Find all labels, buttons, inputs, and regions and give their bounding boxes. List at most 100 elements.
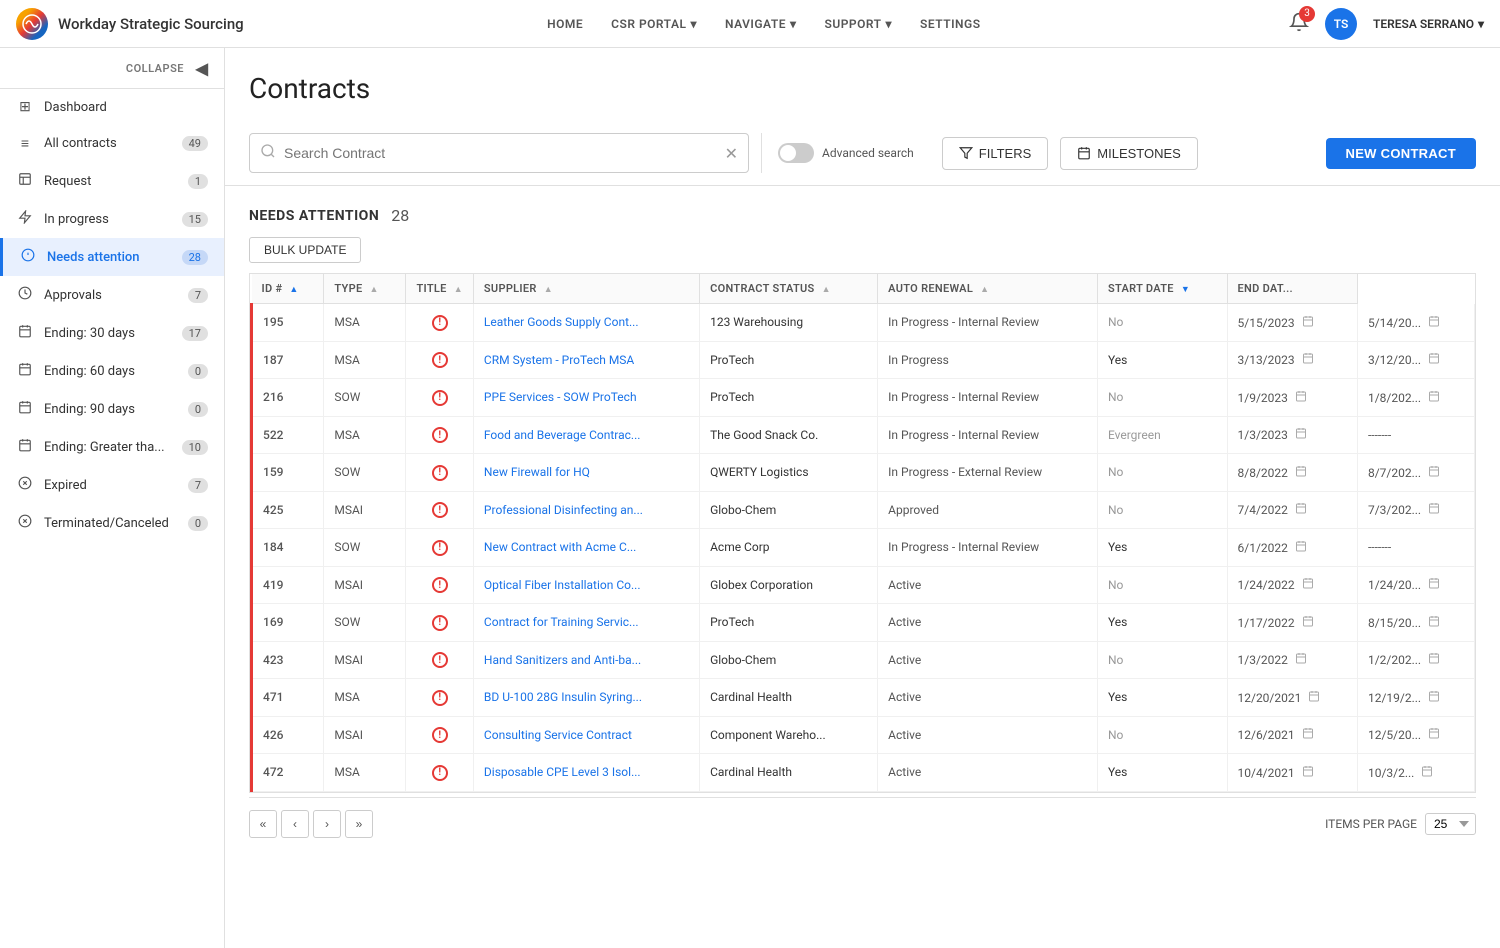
- cell-status: Active: [878, 566, 1098, 604]
- cell-title: Consulting Service Contract: [473, 716, 699, 754]
- alert-icon: !: [432, 540, 448, 556]
- cell-id: 187: [252, 341, 324, 379]
- col-title-label[interactable]: TITLE ▲: [406, 274, 473, 304]
- calendar-icon: [1428, 616, 1440, 630]
- calendar-icon: [16, 438, 34, 456]
- cell-start-date: 5/15/2023: [1227, 304, 1357, 342]
- filters-button[interactable]: FILTERS: [942, 137, 1049, 170]
- sort-icon: ▲: [289, 285, 298, 295]
- sidebar-item-request[interactable]: Request 1: [0, 162, 224, 200]
- col-start-date[interactable]: START DATE ▼: [1097, 274, 1227, 304]
- contract-title-link[interactable]: Optical Fiber Installation Co...: [484, 578, 641, 592]
- cell-supplier: Cardinal Health: [700, 679, 878, 717]
- table-row: 471 MSA ! BD U-100 28G Insulin Syring...…: [252, 679, 1475, 717]
- cell-supplier: ProTech: [700, 379, 878, 417]
- sidebar-item-ending-60[interactable]: Ending: 60 days 0: [0, 352, 224, 390]
- pagination-buttons: « ‹ › »: [249, 810, 373, 838]
- items-per-page-select[interactable]: 10 25 50 100: [1425, 813, 1476, 835]
- next-page-button[interactable]: ›: [313, 810, 341, 838]
- cell-status: Active: [878, 716, 1098, 754]
- user-avatar[interactable]: TS: [1325, 8, 1357, 40]
- col-end-date[interactable]: END DAT...: [1227, 274, 1357, 304]
- nav-csr-portal[interactable]: CSR PORTAL ▾: [599, 11, 709, 37]
- calendar-icon: [1428, 391, 1440, 405]
- nav-support[interactable]: SUPPORT ▾: [813, 11, 905, 37]
- approvals-icon: [16, 286, 34, 304]
- contract-title-link[interactable]: Food and Beverage Contrac...: [484, 428, 640, 442]
- table-row: 472 MSA ! Disposable CPE Level 3 Isol...…: [252, 754, 1475, 792]
- contracts-area: NEEDS ATTENTION 28 BULK UPDATE ID # ▲ TY…: [225, 186, 1500, 870]
- sidebar-item-ending-90[interactable]: Ending: 90 days 0: [0, 390, 224, 428]
- col-supplier[interactable]: SUPPLIER ▲: [473, 274, 699, 304]
- col-auto-renewal[interactable]: AUTO RENEWAL ▲: [878, 274, 1098, 304]
- sidebar-collapse-button[interactable]: COLLAPSE ◀: [0, 48, 224, 89]
- nav-navigate[interactable]: NAVIGATE ▾: [713, 11, 809, 37]
- section-header: NEEDS ATTENTION 28: [249, 206, 1476, 225]
- col-status[interactable]: CONTRACT STATUS ▲: [700, 274, 878, 304]
- milestones-button[interactable]: MILESTONES: [1060, 137, 1198, 170]
- contract-title-link[interactable]: BD U-100 28G Insulin Syring...: [484, 690, 642, 704]
- contract-title-link[interactable]: Professional Disinfecting an...: [484, 503, 643, 517]
- cell-start-date: 7/4/2022: [1227, 491, 1357, 529]
- sidebar-item-dashboard[interactable]: ⊞ Dashboard: [0, 89, 224, 125]
- table-body: 195 MSA ! Leather Goods Supply Cont... 1…: [252, 304, 1475, 792]
- cell-auto-renewal: Yes: [1097, 341, 1227, 379]
- contract-title-link[interactable]: New Firewall for HQ: [484, 465, 590, 479]
- cell-end-date: 5/14/20...: [1357, 304, 1474, 342]
- contract-title-link[interactable]: PPE Services - SOW ProTech: [484, 390, 637, 404]
- nav-home[interactable]: HOME: [535, 11, 595, 37]
- cell-id: 195: [252, 304, 324, 342]
- sidebar-item-all-contracts[interactable]: ≡ All contracts 49: [0, 125, 224, 162]
- col-id[interactable]: ID # ▲: [252, 274, 324, 304]
- bulk-update-button[interactable]: BULK UPDATE: [249, 237, 361, 263]
- contract-title-link[interactable]: Leather Goods Supply Cont...: [484, 315, 639, 329]
- search-input[interactable]: [284, 145, 717, 161]
- cell-alert: !: [406, 454, 473, 492]
- prev-page-button[interactable]: ‹: [281, 810, 309, 838]
- cell-status: In Progress - External Review: [878, 454, 1098, 492]
- cell-title: Professional Disinfecting an...: [473, 491, 699, 529]
- new-contract-button[interactable]: NEW CONTRACT: [1326, 138, 1476, 169]
- nav-settings[interactable]: SETTINGS: [908, 11, 993, 37]
- contract-title-link[interactable]: CRM System - ProTech MSA: [484, 353, 634, 367]
- sidebar-item-terminated[interactable]: Terminated/Canceled 0: [0, 504, 224, 542]
- contract-title-link[interactable]: New Contract with Acme C...: [484, 540, 636, 554]
- cell-id: 471: [252, 679, 324, 717]
- section-title: NEEDS ATTENTION: [249, 208, 379, 224]
- sidebar-item-needs-attention[interactable]: Needs attention 28: [0, 238, 224, 276]
- contract-title-link[interactable]: Consulting Service Contract: [484, 728, 632, 742]
- search-clear-button[interactable]: ✕: [725, 144, 738, 163]
- top-navigation: Workday Strategic Sourcing HOME CSR PORT…: [0, 0, 1500, 48]
- table-row: 195 MSA ! Leather Goods Supply Cont... 1…: [252, 304, 1475, 342]
- sidebar-item-in-progress[interactable]: In progress 15: [0, 200, 224, 238]
- cell-type: MSAI: [324, 641, 406, 679]
- cell-status: In Progress - Internal Review: [878, 304, 1098, 342]
- cell-end-date: 10/3/2...: [1357, 754, 1474, 792]
- table-container: ID # ▲ TYPE ▲ TITLE ▲: [249, 273, 1476, 793]
- cell-id: 184: [252, 529, 324, 567]
- sidebar-item-expired[interactable]: Expired 7: [0, 466, 224, 504]
- sidebar-item-ending-30[interactable]: Ending: 30 days 17: [0, 314, 224, 352]
- col-type[interactable]: TYPE ▲: [324, 274, 406, 304]
- cell-start-date: 1/17/2022: [1227, 604, 1357, 642]
- cell-alert: !: [406, 416, 473, 454]
- last-page-button[interactable]: »: [345, 810, 373, 838]
- sidebar-item-ending-greater[interactable]: Ending: Greater tha... 10: [0, 428, 224, 466]
- contract-title-link[interactable]: Contract for Training Servic...: [484, 615, 639, 629]
- cell-id: 419: [252, 566, 324, 604]
- notification-bell[interactable]: 3: [1289, 12, 1309, 36]
- first-page-button[interactable]: «: [249, 810, 277, 838]
- cell-supplier: Component Wareho...: [700, 716, 878, 754]
- advanced-search-switch[interactable]: [778, 143, 814, 163]
- table-header: ID # ▲ TYPE ▲ TITLE ▲: [252, 274, 1475, 304]
- cell-end-date: 1/8/202...: [1357, 379, 1474, 417]
- cell-end-date: 8/7/202...: [1357, 454, 1474, 492]
- contract-title-link[interactable]: Disposable CPE Level 3 Isol...: [484, 765, 641, 779]
- contract-title-link[interactable]: Hand Sanitizers and Anti-ba...: [484, 653, 641, 667]
- app-logo: [16, 8, 48, 40]
- calendar-icon: [1295, 653, 1307, 667]
- user-name[interactable]: TERESA SERRANO ▾: [1373, 17, 1484, 31]
- cell-supplier: Acme Corp: [700, 529, 878, 567]
- sidebar-item-approvals[interactable]: Approvals 7: [0, 276, 224, 314]
- cell-supplier: ProTech: [700, 341, 878, 379]
